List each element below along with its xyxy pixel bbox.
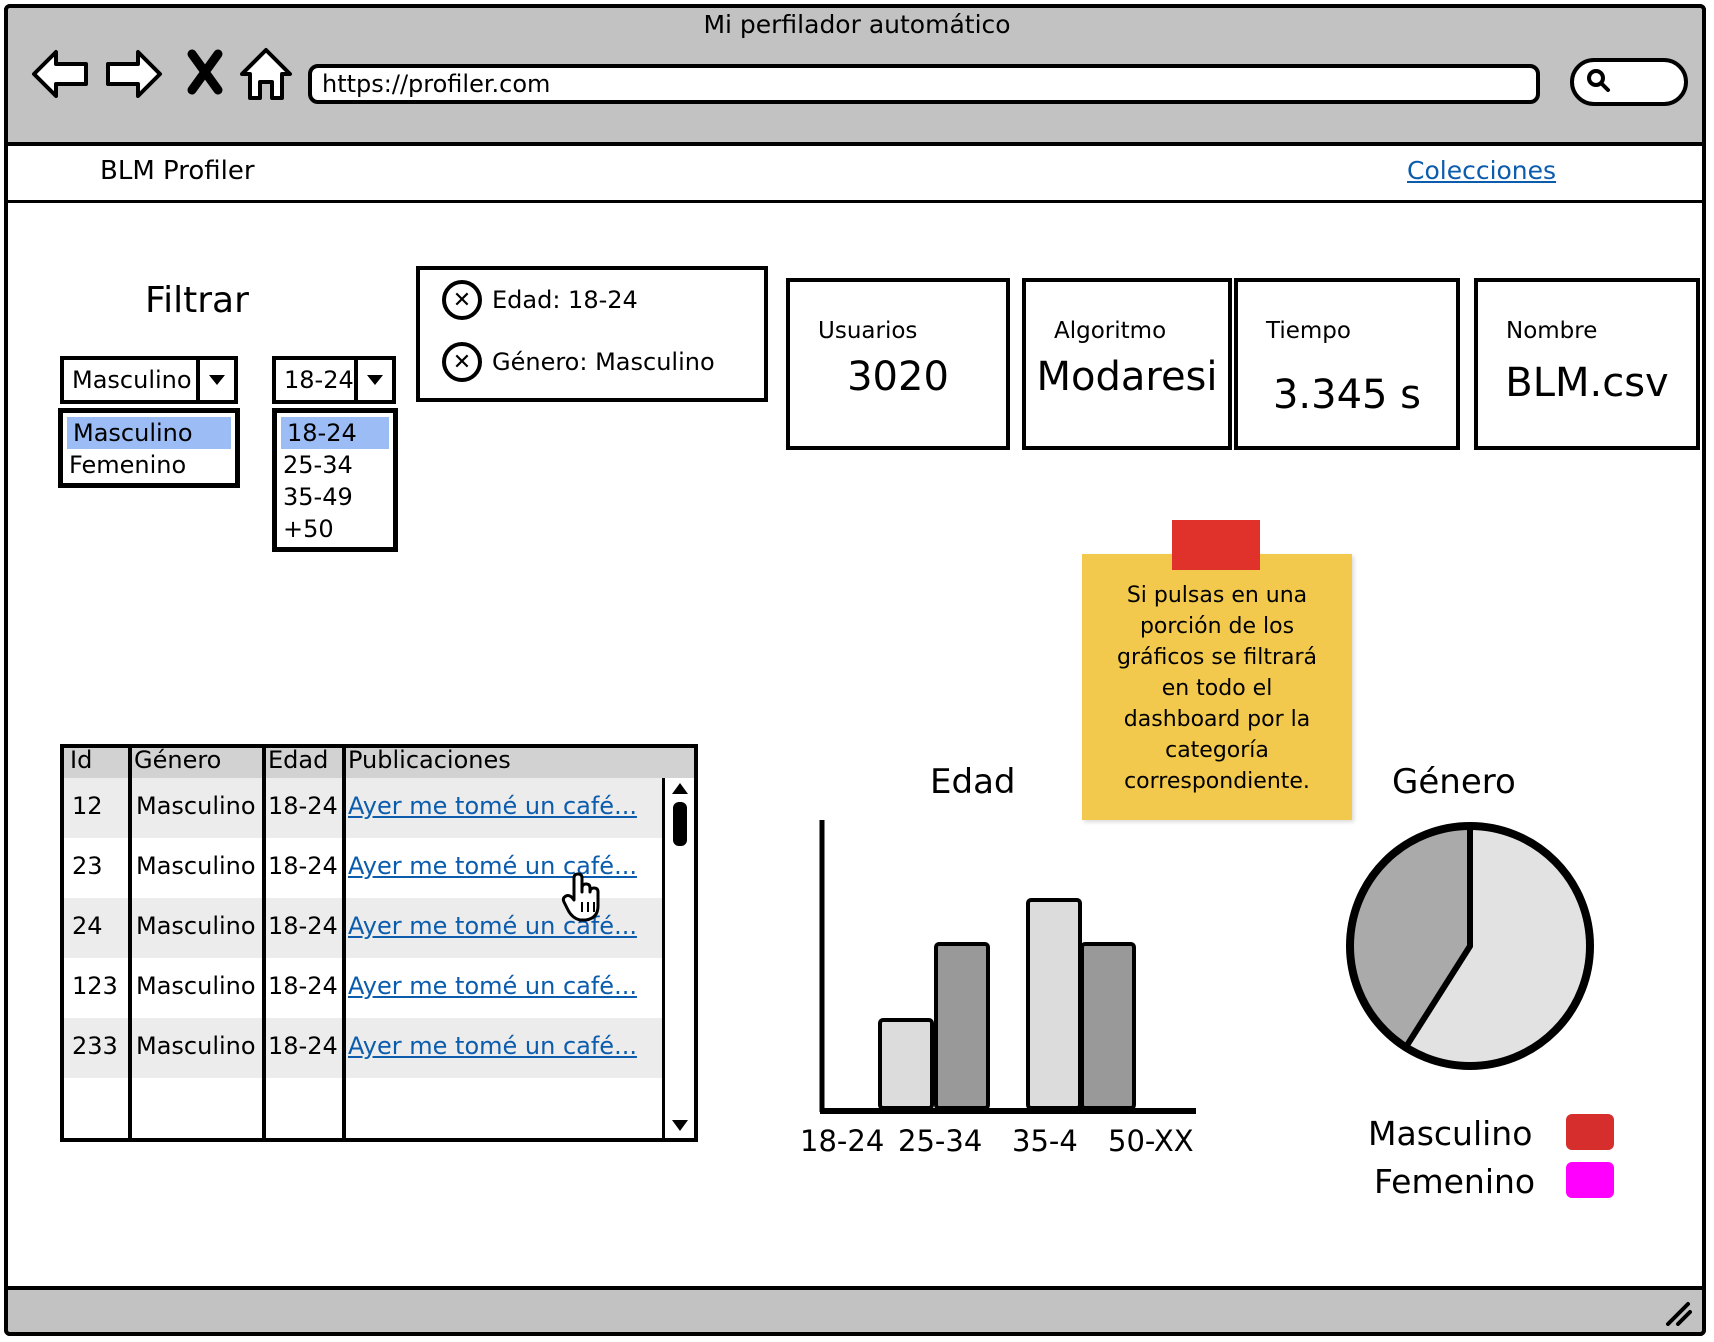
browser-statusbar xyxy=(4,1286,1706,1336)
metric-label: Nombre xyxy=(1506,318,1598,344)
cell-genero: Masculino xyxy=(136,852,256,880)
metric-value: Modaresi xyxy=(1036,354,1218,400)
scroll-up-icon[interactable] xyxy=(671,780,689,799)
cell-edad: 18-24 xyxy=(268,912,338,940)
bar-50-XX[interactable] xyxy=(1080,942,1136,1110)
remove-filter-icon[interactable]: ✕ xyxy=(442,342,482,382)
browser-search-box[interactable] xyxy=(1570,58,1688,106)
close-x-icon[interactable] xyxy=(182,44,242,104)
cell-id: 12 xyxy=(72,792,103,820)
scroll-thumb[interactable] xyxy=(673,802,687,846)
gender-select-value: Masculino xyxy=(72,366,192,394)
metric-card-users: Usuarios 3020 xyxy=(786,278,1010,450)
forward-arrow-icon[interactable] xyxy=(104,44,164,104)
cell-genero: Masculino xyxy=(136,792,256,820)
bar-18-24[interactable] xyxy=(878,1018,934,1110)
gender-options-list[interactable]: Masculino Femenino xyxy=(58,408,240,488)
cell-edad: 18-24 xyxy=(268,1032,338,1060)
search-icon xyxy=(1586,68,1612,98)
age-option-25-34[interactable]: 25-34 xyxy=(277,449,393,481)
age-option-50-plus[interactable]: +50 xyxy=(277,513,393,545)
cell-id: 233 xyxy=(72,1032,118,1060)
metric-label: Usuarios xyxy=(818,318,918,344)
column-header-edad[interactable]: Edad xyxy=(268,746,328,774)
x-tick-label: 35-4 xyxy=(1012,1124,1078,1158)
column-header-genero[interactable]: Género xyxy=(134,746,221,774)
cell-edad: 18-24 xyxy=(268,852,338,880)
app-name: BLM Profiler xyxy=(100,156,255,186)
metric-card-time: Tiempo 3.345 s xyxy=(1234,278,1460,450)
resize-grip-icon[interactable] xyxy=(1664,1298,1692,1330)
filter-title: Filtrar xyxy=(145,280,249,321)
legend-swatch xyxy=(1566,1114,1614,1150)
cell-id: 24 xyxy=(72,912,103,940)
home-icon[interactable] xyxy=(236,44,296,104)
gender-option-masculino[interactable]: Masculino xyxy=(67,417,231,449)
url-bar[interactable]: https://profiler.com xyxy=(308,64,1540,104)
header-divider xyxy=(6,200,1706,203)
cell-publicacion-link[interactable]: Ayer me tomé un café... xyxy=(348,792,637,820)
hand-cursor-icon xyxy=(560,872,604,928)
filter-chip-age: ✕ Edad: 18-24 xyxy=(442,280,638,320)
filter-chip-label: Edad: 18-24 xyxy=(492,286,638,314)
legend-swatch xyxy=(1566,1162,1614,1198)
age-option-35-49[interactable]: 35-49 xyxy=(277,481,393,513)
column-divider xyxy=(262,744,266,1142)
bar-25-34[interactable] xyxy=(934,942,990,1110)
legend-label: Femenino xyxy=(1374,1162,1536,1201)
x-tick-label: 50-XX xyxy=(1108,1124,1194,1158)
cell-genero: Masculino xyxy=(136,1032,256,1060)
remove-filter-icon[interactable]: ✕ xyxy=(442,280,482,320)
tape xyxy=(1172,520,1260,570)
metric-value: 3020 xyxy=(847,354,949,400)
chevron-down-icon[interactable] xyxy=(196,360,234,400)
age-bar-chart[interactable] xyxy=(800,820,1220,1120)
x-tick-label: 18-24 xyxy=(800,1124,885,1158)
cell-id: 23 xyxy=(72,852,103,880)
cell-publicacion-link[interactable]: Ayer me tomé un café... xyxy=(348,1032,637,1060)
column-header-publicaciones[interactable]: Publicaciones xyxy=(348,746,511,774)
sticky-note-text: Si pulsas en una porción de los gráficos… xyxy=(1117,583,1317,794)
age-option-18-24[interactable]: 18-24 xyxy=(281,417,389,449)
column-divider xyxy=(342,744,346,1142)
bar-35-4[interactable] xyxy=(1026,898,1082,1110)
age-options-list[interactable]: 18-24 25-34 35-49 +50 xyxy=(272,408,398,552)
chevron-down-icon[interactable] xyxy=(354,360,392,400)
gender-select[interactable]: Masculino xyxy=(60,356,238,404)
pie-chart-title: Género xyxy=(1392,762,1516,802)
metric-label: Algoritmo xyxy=(1054,318,1167,344)
collections-link[interactable]: Colecciones xyxy=(1407,156,1556,185)
metric-label: Tiempo xyxy=(1266,318,1351,344)
cell-publicacion-link[interactable]: Ayer me tomé un café... xyxy=(348,972,637,1000)
metric-card-name: Nombre BLM.csv xyxy=(1474,278,1700,450)
back-arrow-icon[interactable] xyxy=(30,44,90,104)
bar-chart-title: Edad xyxy=(930,762,1016,802)
filter-chip-gender: ✕ Género: Masculino xyxy=(442,342,715,382)
filter-chip-label: Género: Masculino xyxy=(492,348,715,376)
gender-pie-chart[interactable] xyxy=(1340,816,1600,1076)
cell-id: 123 xyxy=(72,972,118,1000)
metric-value: BLM.csv xyxy=(1505,360,1669,406)
cell-genero: Masculino xyxy=(136,912,256,940)
metric-card-algorithm: Algoritmo Modaresi xyxy=(1022,278,1232,450)
gender-option-femenino[interactable]: Femenino xyxy=(63,449,235,481)
column-divider xyxy=(128,744,132,1142)
cell-edad: 18-24 xyxy=(268,792,338,820)
legend-label: Masculino xyxy=(1368,1114,1533,1153)
window-title: Mi perfilador automático xyxy=(703,10,1011,39)
metric-value: 3.345 s xyxy=(1272,372,1422,418)
age-select[interactable]: 18-24 xyxy=(272,356,396,404)
x-tick-label: 25-34 xyxy=(898,1124,983,1158)
column-header-id[interactable]: Id xyxy=(70,746,92,774)
age-select-value: 18-24 xyxy=(284,366,354,394)
cell-genero: Masculino xyxy=(136,972,256,1000)
table-scrollbar[interactable] xyxy=(662,778,694,1138)
scroll-down-icon[interactable] xyxy=(671,1118,689,1137)
cell-edad: 18-24 xyxy=(268,972,338,1000)
